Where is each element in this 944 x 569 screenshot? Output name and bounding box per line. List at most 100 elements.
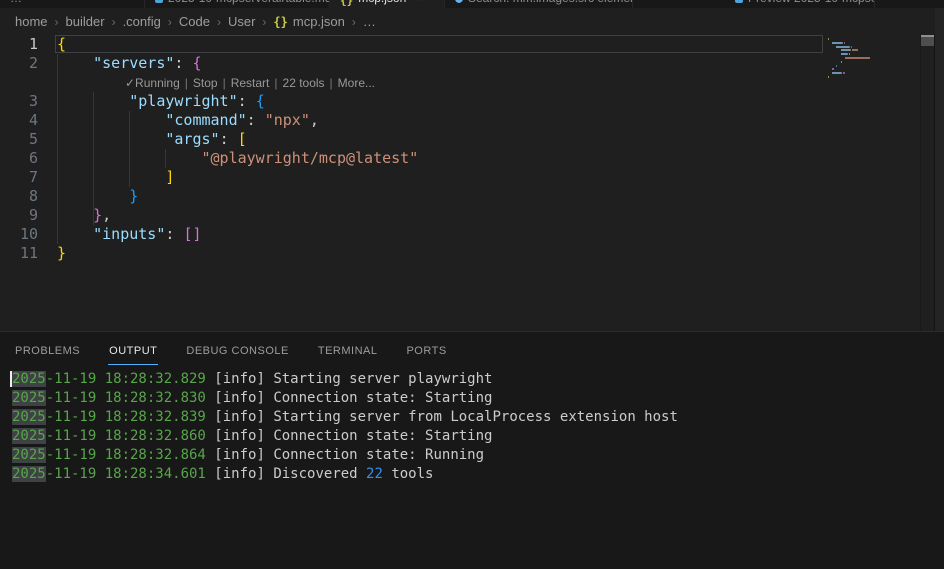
log-highlight-match: 2025 bbox=[12, 409, 46, 425]
bottom-panel: PROBLEMS OUTPUT DEBUG CONSOLE TERMINAL PORTS… bbox=[0, 331, 944, 569]
log-highlight-match: 2025 bbox=[12, 447, 46, 463]
minimap-line bbox=[828, 53, 850, 55]
code-text: "@playwright/mcp@latest" bbox=[57, 149, 418, 168]
code-line[interactable]: 11} bbox=[0, 244, 920, 263]
line-number: 6 bbox=[0, 149, 38, 168]
json-file-icon: {} bbox=[340, 0, 353, 3]
breadcrumb-file[interactable]: mcp.json bbox=[293, 14, 345, 29]
breadcrumb-item[interactable]: .config bbox=[123, 14, 161, 29]
code-line[interactable]: 7 ] bbox=[0, 168, 920, 187]
line-number: 11 bbox=[0, 244, 38, 263]
log-line: 2025-11-19 18:28:32.864 [info] Connectio… bbox=[0, 446, 944, 465]
codelens-separator: | bbox=[185, 76, 188, 90]
line-number: 2 bbox=[0, 54, 38, 73]
code-line[interactable]: 10 "inputs": [] bbox=[0, 225, 920, 244]
chevron-right-icon: › bbox=[262, 15, 266, 29]
tab-search[interactable]: Search: mm.images.src elements bbox=[445, 0, 633, 8]
minimap[interactable] bbox=[823, 35, 920, 331]
code-text: "playwright": { bbox=[57, 92, 265, 111]
tab-mcp-json[interactable]: {} mcp.json ✕ bbox=[330, 0, 445, 8]
log-timestamp: -11-19 18:28:32.829 bbox=[46, 371, 215, 387]
json-braces-icon: {} bbox=[273, 15, 287, 29]
tab-markdown-file[interactable]: 2025-10-mcpserverairtable.md bbox=[145, 0, 330, 8]
log-level: [info] bbox=[214, 409, 273, 425]
mcp-server-codelens: ✓Running|Stop|Restart|22 tools|More... bbox=[125, 74, 375, 93]
file-blue-icon bbox=[155, 0, 163, 3]
breadcrumb-item[interactable]: User bbox=[228, 14, 255, 29]
chevron-right-icon: › bbox=[168, 15, 172, 29]
code-text: } bbox=[57, 187, 138, 206]
code-text: ] bbox=[57, 168, 174, 187]
breadcrumb-item[interactable]: home bbox=[15, 14, 48, 29]
code-text: "inputs": [] bbox=[57, 225, 202, 244]
minimap-line bbox=[828, 42, 845, 44]
log-level: [info] bbox=[214, 466, 273, 482]
codelens-link[interactable]: More... bbox=[338, 76, 375, 90]
code-text: } bbox=[57, 244, 66, 263]
codelens-link[interactable]: Stop bbox=[193, 76, 218, 90]
code-line[interactable]: 8 } bbox=[0, 187, 920, 206]
search-icon bbox=[455, 0, 463, 3]
code-line[interactable]: 1{ bbox=[0, 35, 920, 54]
code-text: "servers": { bbox=[57, 54, 202, 73]
code-line[interactable]: 4 "command": "npx", bbox=[0, 111, 920, 130]
tab-untitled[interactable]: … bbox=[0, 0, 145, 8]
vscode-window: … 2025-10-mcpserverairtable.md {} mcp.json ✕… bbox=[0, 0, 944, 569]
tab-preview[interactable]: Preview 2025-10-mcpser… bbox=[725, 0, 875, 8]
codelens-link[interactable]: 22 tools bbox=[283, 76, 325, 90]
log-timestamp: -11-19 18:28:32.830 bbox=[46, 390, 215, 406]
minimap-line bbox=[828, 46, 852, 48]
line-number: 9 bbox=[0, 206, 38, 225]
log-timestamp: -11-19 18:28:34.601 bbox=[46, 466, 215, 482]
tab-content: {} mcp.json ✕ bbox=[340, 0, 424, 7]
codelens-separator: | bbox=[330, 76, 333, 90]
breadcrumb-item[interactable]: Code bbox=[179, 14, 210, 29]
code-editor[interactable]: 1{2 "servers": {✓Running|Stop|Restart|22… bbox=[0, 35, 935, 331]
tab-content: Search: mm.images.src elements bbox=[455, 0, 633, 7]
log-level: [info] bbox=[214, 390, 273, 406]
close-icon[interactable]: ✕ bbox=[415, 0, 423, 4]
code-text: }, bbox=[57, 206, 111, 225]
code-line[interactable]: 5 "args": [ bbox=[0, 130, 920, 149]
panel-tab-terminal[interactable]: TERMINAL bbox=[317, 336, 379, 365]
minimap-line bbox=[828, 38, 829, 40]
log-highlight-match: 2025 bbox=[12, 371, 46, 387]
code-line[interactable]: 6 "@playwright/mcp@latest" bbox=[0, 149, 920, 168]
breadcrumb-item[interactable]: builder bbox=[66, 14, 105, 29]
codelens-link[interactable]: Restart bbox=[231, 76, 270, 90]
panel-tab-ports[interactable]: PORTS bbox=[405, 336, 447, 365]
log-message: Starting server from LocalProcess extens… bbox=[273, 409, 678, 425]
panel-tab-output[interactable]: OUTPUT bbox=[108, 336, 158, 365]
code-line[interactable]: 2 "servers": { bbox=[0, 54, 920, 73]
minimap-line bbox=[828, 65, 837, 67]
log-level: [info] bbox=[214, 371, 273, 387]
log-timestamp: -11-19 18:28:32.860 bbox=[46, 428, 215, 444]
chevron-right-icon: › bbox=[352, 15, 356, 29]
log-timestamp: -11-19 18:28:32.839 bbox=[46, 409, 215, 425]
vertical-scrollbar[interactable] bbox=[921, 35, 934, 46]
codelens-separator: | bbox=[274, 76, 277, 90]
tab-label: 2025-10-mcpserverairtable.md bbox=[168, 0, 330, 5]
log-line: 2025-11-19 18:28:32.839 [info] Starting … bbox=[0, 408, 944, 427]
panel-tab-debug-console[interactable]: DEBUG CONSOLE bbox=[185, 336, 289, 365]
breadcrumb-symbol-tail[interactable]: … bbox=[363, 14, 376, 29]
code-line[interactable]: 3 "playwright": { bbox=[0, 92, 920, 111]
line-number: 3 bbox=[0, 92, 38, 111]
log-line: 2025-11-19 18:28:32.830 [info] Connectio… bbox=[0, 389, 944, 408]
chevron-right-icon: › bbox=[217, 15, 221, 29]
minimap-line bbox=[828, 68, 834, 70]
line-number: 5 bbox=[0, 130, 38, 149]
minimap-line bbox=[828, 61, 842, 63]
code-text: "command": "npx", bbox=[57, 111, 319, 130]
tab-label: mcp.json bbox=[358, 0, 406, 5]
log-highlight-match: 2025 bbox=[12, 466, 46, 482]
codelens-link[interactable]: ✓Running bbox=[125, 76, 180, 90]
codelens-row: ✓Running|Stop|Restart|22 tools|More... bbox=[0, 73, 920, 92]
breadcrumb: home›builder›.config›Code›User›{}mcp.jso… bbox=[0, 8, 935, 35]
minimap-line bbox=[828, 57, 870, 59]
scrollbar-right-edge bbox=[934, 35, 935, 331]
panel-tab-problems[interactable]: PROBLEMS bbox=[14, 336, 81, 365]
code-line[interactable]: 9 }, bbox=[0, 206, 920, 225]
editor-actions bbox=[875, 0, 944, 8]
tab-label: Search: mm.images.src elements bbox=[468, 0, 633, 5]
